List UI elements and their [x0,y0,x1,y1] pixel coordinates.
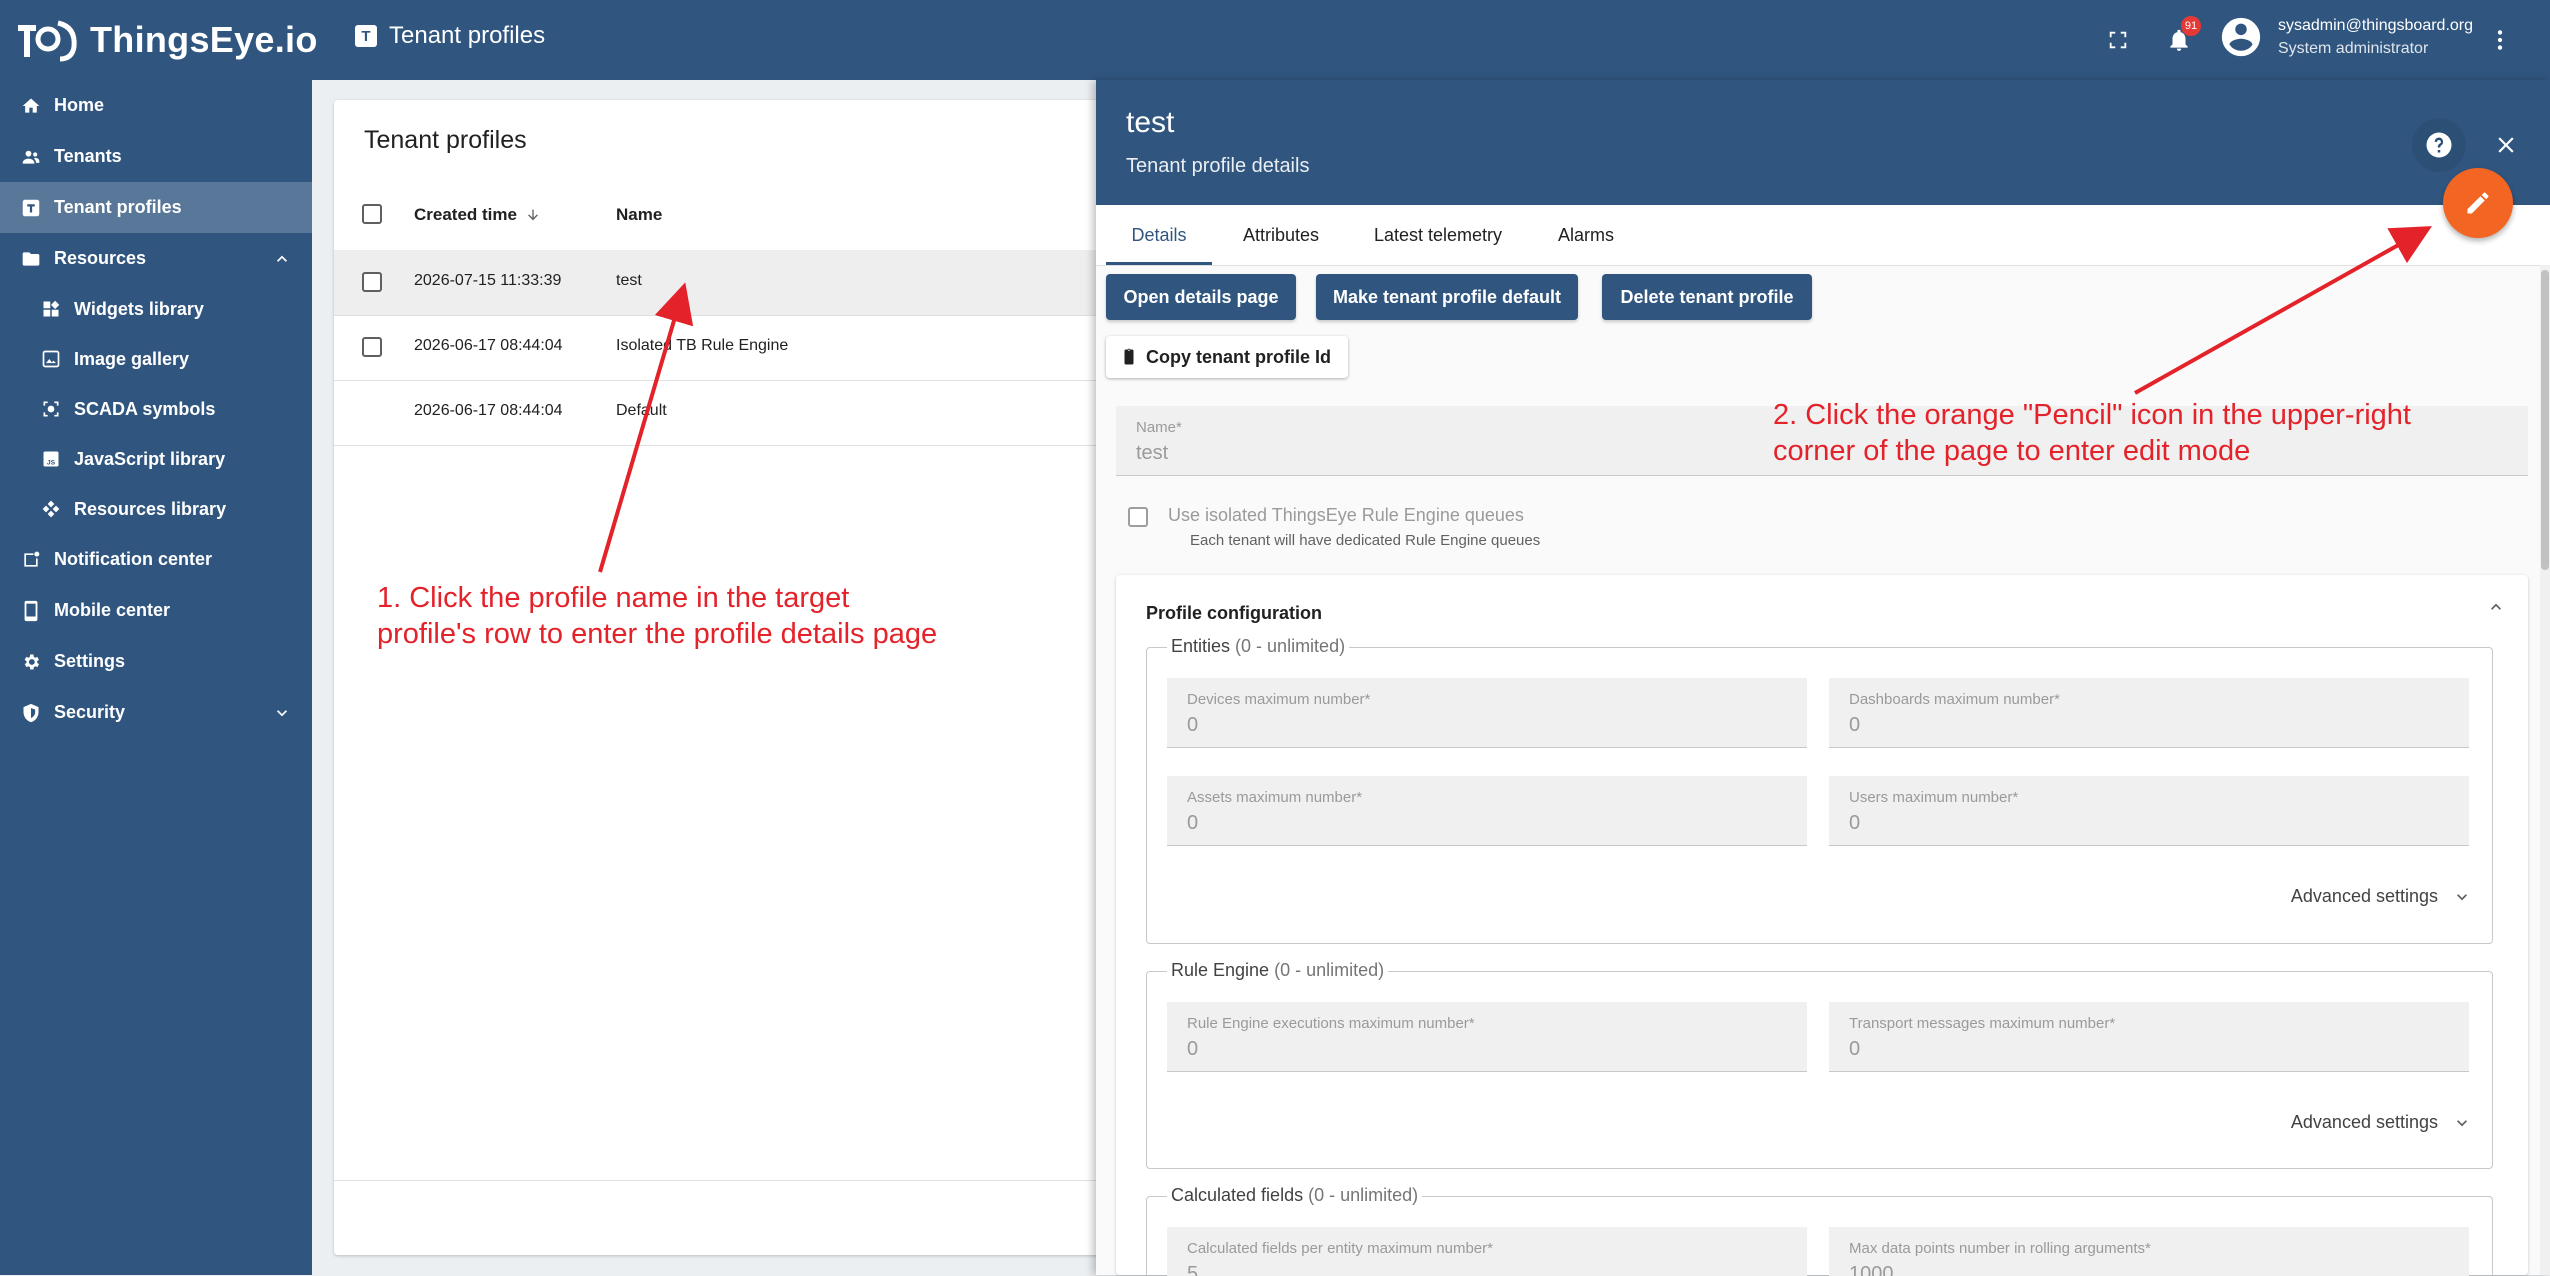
annotation-step1: 1. Click the profile name in the target … [377,580,937,652]
annotation-step2-line2: corner of the page to enter edit mode [1773,435,2251,467]
annotation-step1-line1: 1. Click the profile name in the target [377,582,850,614]
annotation-step2-line1: 2. Click the orange "Pencil" icon in the… [1773,399,2411,431]
annotation-arrow-step1 [598,282,694,573]
annotation-step2: 2. Click the orange "Pencil" icon in the… [1773,397,2411,469]
annotation-arrow-step2 [2134,226,2432,395]
annotation-step1-line2: profile's row to enter the profile detai… [377,618,938,650]
